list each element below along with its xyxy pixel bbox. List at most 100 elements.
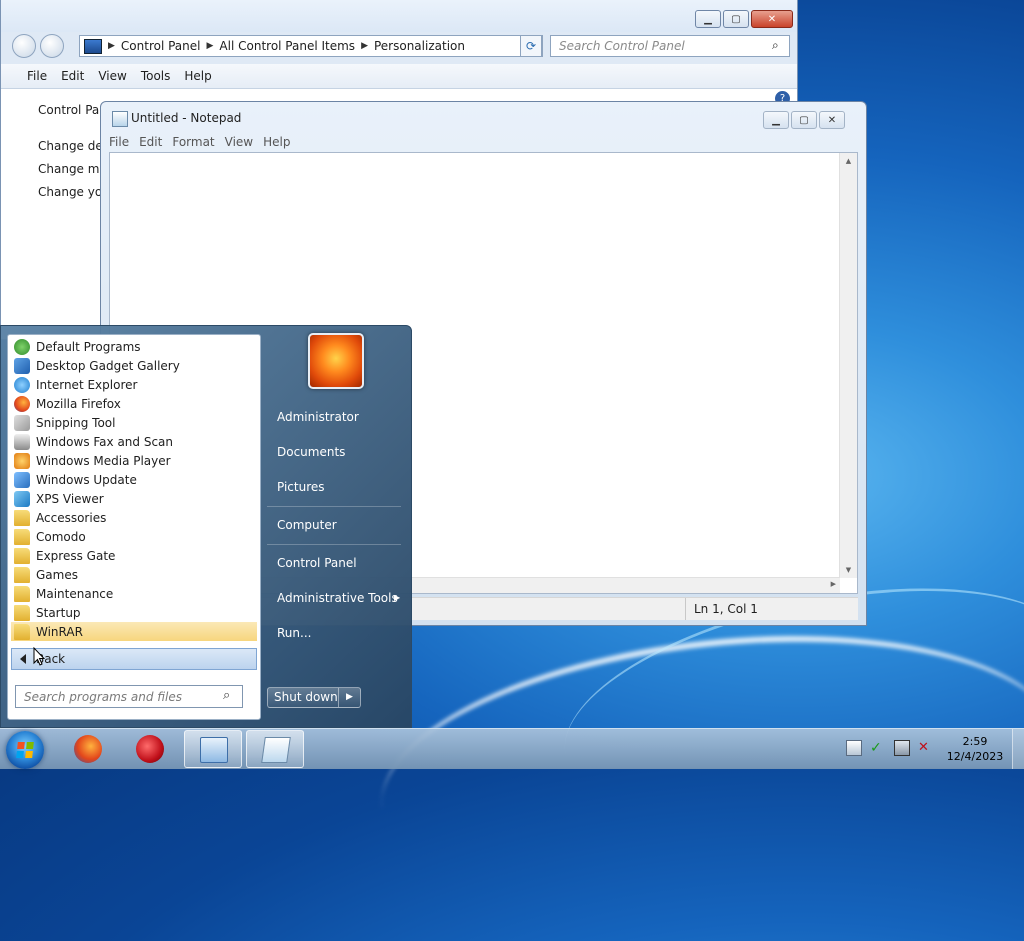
program-folder[interactable]: Express Gate bbox=[11, 546, 257, 565]
taskbar-control-panel-button[interactable] bbox=[184, 730, 242, 768]
start-button[interactable] bbox=[6, 731, 44, 769]
comodo-icon bbox=[136, 735, 164, 763]
folder-icon bbox=[14, 623, 30, 640]
search-icon[interactable]: ⌕ bbox=[772, 38, 779, 53]
control-panel-menubar: File Edit View Tools Help bbox=[1, 64, 797, 89]
separator bbox=[267, 506, 401, 507]
gadget-icon bbox=[14, 357, 30, 374]
windows-logo-icon bbox=[16, 742, 34, 758]
maximize-button[interactable]: ▢ bbox=[723, 10, 749, 28]
menu-edit[interactable]: Edit bbox=[61, 69, 84, 83]
program-item[interactable]: Snipping Tool bbox=[11, 413, 257, 432]
update-icon bbox=[14, 471, 30, 488]
program-item[interactable]: Windows Media Player bbox=[11, 451, 257, 470]
close-button[interactable]: ✕ bbox=[751, 10, 793, 28]
notepad-menubar: File Edit Format View Help bbox=[109, 132, 858, 152]
scroll-down-icon[interactable]: ▼ bbox=[840, 566, 857, 574]
media-player-icon bbox=[14, 452, 30, 469]
menu-help[interactable]: Help bbox=[184, 69, 211, 83]
minimize-button[interactable]: ▁ bbox=[695, 10, 721, 28]
xps-icon bbox=[14, 490, 30, 507]
menu-file[interactable]: File bbox=[27, 69, 47, 83]
vertical-scrollbar[interactable]: ▲ ▼ bbox=[839, 153, 857, 578]
start-item-documents[interactable]: Documents bbox=[277, 445, 345, 459]
fax-icon bbox=[14, 433, 30, 450]
shutdown-control: Shut down ▶ bbox=[267, 687, 361, 708]
breadcrumb-item[interactable]: Personalization bbox=[368, 39, 471, 53]
taskbar-comodo-button[interactable] bbox=[122, 730, 180, 768]
forward-nav-button[interactable] bbox=[40, 34, 64, 58]
program-item[interactable]: Mozilla Firefox bbox=[11, 394, 257, 413]
menu-tools[interactable]: Tools bbox=[141, 69, 171, 83]
user-avatar[interactable] bbox=[308, 333, 364, 389]
program-folder[interactable]: Maintenance bbox=[11, 584, 257, 603]
menu-format[interactable]: Format bbox=[172, 135, 214, 149]
back-nav-button[interactable] bbox=[12, 34, 36, 58]
action-center-icon[interactable] bbox=[846, 740, 862, 756]
folder-icon bbox=[14, 566, 30, 583]
clock-time: 2:59 bbox=[962, 735, 988, 748]
start-item-administrator[interactable]: Administrator bbox=[277, 410, 359, 424]
menu-view[interactable]: View bbox=[98, 69, 126, 83]
scroll-up-icon[interactable]: ▲ bbox=[840, 157, 857, 165]
shutdown-options-arrow-icon[interactable]: ▶ bbox=[339, 687, 361, 708]
notepad-icon bbox=[261, 737, 291, 763]
program-item[interactable]: Default Programs bbox=[11, 337, 257, 356]
program-folder[interactable]: Comodo bbox=[11, 527, 257, 546]
program-item[interactable]: Windows Fax and Scan bbox=[11, 432, 257, 451]
program-folder[interactable]: Startup bbox=[11, 603, 257, 622]
chevron-right-icon: ▶ bbox=[394, 593, 401, 602]
start-item-control-panel[interactable]: Control Panel bbox=[277, 556, 357, 570]
show-desktop-button[interactable] bbox=[1012, 729, 1024, 769]
control-panel-icon bbox=[84, 38, 102, 54]
notepad-title: Untitled - Notepad bbox=[131, 111, 242, 125]
search-icon[interactable]: ⌕ bbox=[223, 688, 230, 703]
menu-file[interactable]: File bbox=[109, 135, 129, 149]
ie-icon bbox=[14, 376, 30, 393]
program-folder[interactable]: Games bbox=[11, 565, 257, 584]
program-item[interactable]: Internet Explorer bbox=[11, 375, 257, 394]
program-item[interactable]: Windows Update bbox=[11, 470, 257, 489]
refresh-icon[interactable]: ⟳ bbox=[520, 35, 542, 57]
task-link[interactable]: Change mo bbox=[38, 162, 107, 176]
default-programs-icon bbox=[14, 338, 30, 355]
arrow-left-icon bbox=[20, 654, 26, 664]
volume-muted-icon[interactable]: ✕ bbox=[918, 740, 934, 756]
start-item-pictures[interactable]: Pictures bbox=[277, 480, 325, 494]
start-search-input[interactable]: Search programs and files bbox=[15, 685, 243, 708]
system-clock[interactable]: 2:59 12/4/2023 bbox=[942, 734, 1008, 764]
start-item-run[interactable]: Run... bbox=[277, 626, 311, 640]
menu-edit[interactable]: Edit bbox=[139, 135, 162, 149]
start-item-computer[interactable]: Computer bbox=[277, 518, 337, 532]
firefox-icon bbox=[74, 735, 102, 763]
task-link[interactable]: Change des bbox=[38, 139, 109, 153]
separator bbox=[267, 544, 401, 545]
program-folder[interactable]: Accessories bbox=[11, 508, 257, 527]
control-panel-icon bbox=[200, 737, 228, 763]
taskbar-firefox-button[interactable] bbox=[60, 730, 118, 768]
program-folder-selected[interactable]: WinRAR bbox=[11, 622, 257, 641]
start-item-administrative-tools[interactable]: Administrative Tools bbox=[277, 591, 398, 605]
folder-icon bbox=[14, 585, 30, 602]
control-panel-search-input[interactable]: Search Control Panel bbox=[550, 35, 790, 57]
program-item[interactable]: Desktop Gadget Gallery bbox=[11, 356, 257, 375]
program-item[interactable]: XPS Viewer bbox=[11, 489, 257, 508]
breadcrumb-item[interactable]: All Control Panel Items bbox=[213, 39, 361, 53]
mouse-cursor-icon bbox=[33, 647, 45, 666]
address-bar[interactable]: ▶ Control Panel ▶ All Control Panel Item… bbox=[79, 35, 543, 57]
close-button[interactable]: ✕ bbox=[819, 111, 845, 129]
menu-view[interactable]: View bbox=[225, 135, 253, 149]
taskbar-notepad-button[interactable] bbox=[246, 730, 304, 768]
cursor-position: Ln 1, Col 1 bbox=[685, 598, 758, 620]
minimize-button[interactable]: ▁ bbox=[763, 111, 789, 129]
maximize-button[interactable]: ▢ bbox=[791, 111, 817, 129]
control-panel-caption-buttons: ▁ ▢ ✕ bbox=[695, 10, 793, 28]
comodo-shield-icon[interactable]: ✓ bbox=[870, 740, 886, 756]
menu-help[interactable]: Help bbox=[263, 135, 290, 149]
scroll-right-icon[interactable]: ▶ bbox=[831, 580, 836, 588]
breadcrumb-item[interactable]: Control Panel bbox=[115, 39, 207, 53]
control-panel-titlebar[interactable] bbox=[1, 0, 797, 32]
back-button[interactable]: Back bbox=[11, 648, 257, 670]
network-icon[interactable] bbox=[894, 740, 910, 756]
shutdown-button[interactable]: Shut down bbox=[267, 687, 339, 708]
